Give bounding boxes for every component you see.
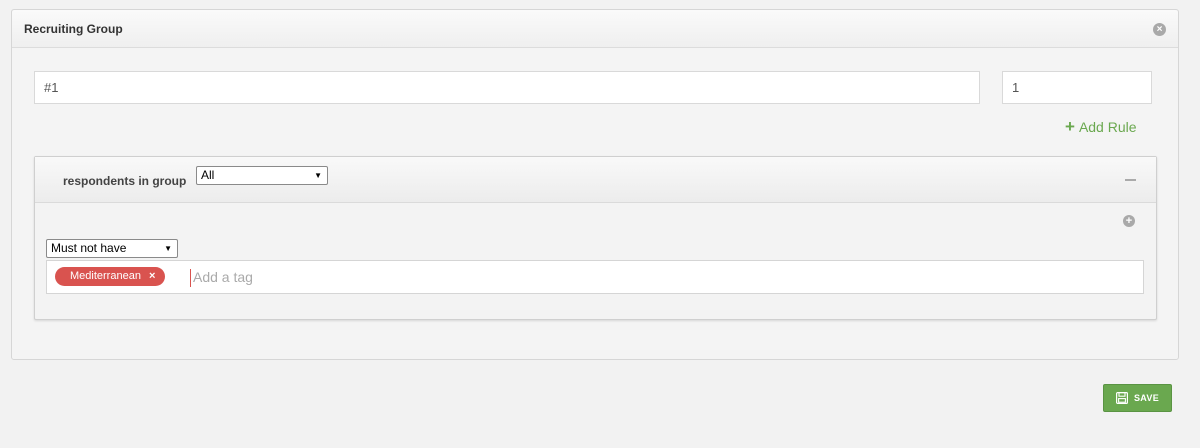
panel-title: Recruiting Group <box>24 22 123 36</box>
panel-header: Recruiting Group × <box>12 10 1178 48</box>
rule-header: respondents in group All ▼ <box>35 157 1156 203</box>
close-icon[interactable]: × <box>1153 23 1166 36</box>
group-select[interactable]: All ▼ <box>196 166 328 185</box>
save-label: SAVE <box>1133 393 1160 403</box>
tag-label: Mediterranean <box>70 270 141 282</box>
plus-circle-icon[interactable]: + <box>1123 215 1135 227</box>
group-count-input[interactable] <box>1002 71 1152 104</box>
plus-icon: + <box>1065 117 1075 136</box>
group-select-value: All <box>201 168 215 182</box>
recruiting-group-panel: Recruiting Group × + Add Rule respondent… <box>11 9 1179 360</box>
tag-input-box[interactable]: Mediterranean × Add a tag <box>46 260 1144 294</box>
chevron-down-icon: ▼ <box>164 244 172 253</box>
save-button[interactable]: SAVE <box>1103 384 1172 412</box>
tag-chip: Mediterranean × <box>55 267 166 286</box>
condition-select-value: Must not have <box>51 241 127 255</box>
minus-icon[interactable] <box>1125 179 1136 181</box>
x-icon[interactable]: × <box>149 267 155 286</box>
condition-select[interactable]: Must not have ▼ <box>46 239 178 258</box>
group-name-input[interactable] <box>34 71 980 104</box>
rule-box: respondents in group All ▼ + Must not ha… <box>34 156 1157 320</box>
chevron-down-icon: ▼ <box>314 171 322 180</box>
tag-input[interactable]: Add a tag <box>190 269 490 287</box>
add-rule-button[interactable]: + Add Rule <box>1065 117 1137 136</box>
add-rule-label: Add Rule <box>1078 119 1137 135</box>
rule-label: respondents in group <box>63 174 187 188</box>
floppy-disk-icon <box>1115 392 1128 404</box>
